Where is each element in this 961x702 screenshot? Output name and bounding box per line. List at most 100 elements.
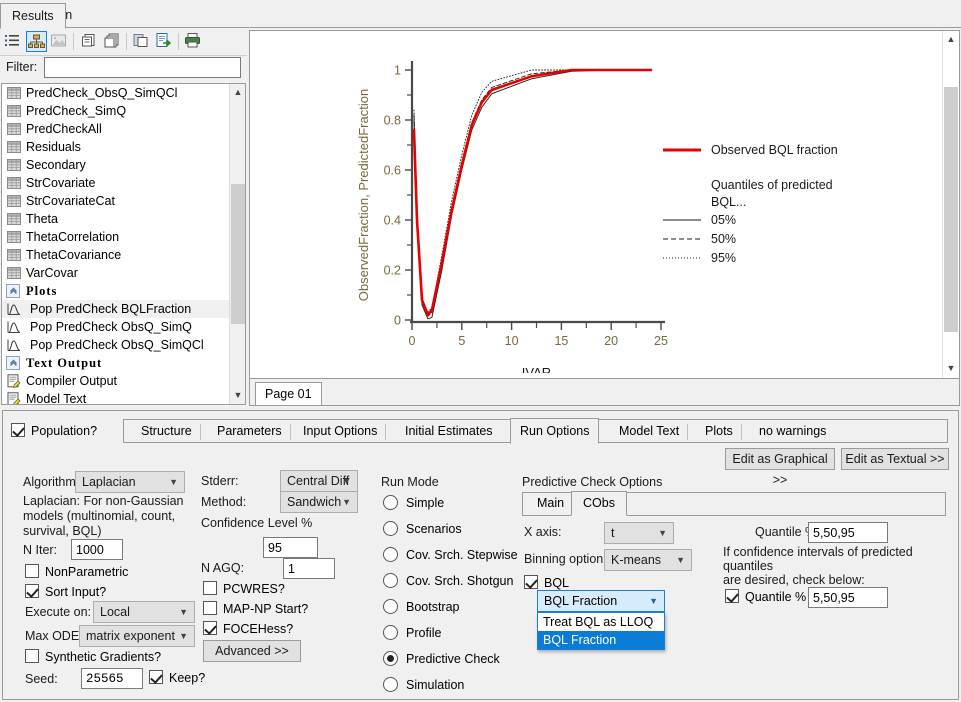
pc-tab-main[interactable]: Main (526, 492, 575, 516)
legend-label-q05: 05% (711, 213, 736, 227)
ci-quantile-checkbox[interactable]: Quantile % (725, 589, 806, 605)
edit-as-textual-button[interactable]: Edit as Textual >> (841, 448, 949, 470)
run-mode-profile[interactable]: Profile (383, 625, 441, 641)
tree-scrollbar[interactable]: ▲ ▼ (229, 84, 245, 404)
tree-item-strcovariate[interactable]: StrCovariate (2, 174, 230, 192)
run-mode-cov-srch-stepwise[interactable]: Cov. Srch. Stepwise (383, 547, 518, 563)
tab-initial-estimates[interactable]: Initial Estimates (396, 420, 502, 444)
pc-tab-cobs[interactable]: CObs (571, 491, 627, 516)
tree-item-varcovar[interactable]: VarCovar (2, 264, 230, 282)
tree-item-strcovariatecat[interactable]: StrCovariateCat (2, 192, 230, 210)
confidence-level-input[interactable] (263, 537, 318, 558)
tree-item-compiler-output[interactable]: Compiler Output (2, 372, 230, 390)
max-ode-combo[interactable]: matrix exponent ▼ (79, 625, 195, 647)
method-combo[interactable]: Sandwich ▼ (280, 491, 358, 513)
scroll-up-icon[interactable]: ▲ (230, 84, 246, 101)
filter-input[interactable] (44, 57, 241, 78)
nonparametric-checkbox[interactable]: NonParametric (25, 564, 128, 580)
binning-option-combo[interactable]: K-means ▼ (604, 549, 692, 571)
execute-on-combo[interactable]: Local ▼ (93, 601, 195, 623)
run-mode-label: Scenarios (406, 522, 462, 536)
bql-checkbox[interactable]: BQL (524, 575, 569, 591)
legend-title-line2: BQL... (663, 194, 918, 211)
run-mode-scenarios[interactable]: Scenarios (383, 521, 462, 537)
run-mode-cov-srch-shotgun[interactable]: Cov. Srch. Shotgun (383, 573, 513, 589)
scroll-down-icon[interactable]: ▼ (230, 387, 246, 404)
sort-input-checkbox[interactable]: Sort Input? (25, 584, 106, 600)
collapse-group-icon[interactable] (6, 284, 20, 298)
plot-scroll-up-icon[interactable]: ▲ (943, 31, 959, 48)
image-view-icon[interactable] (49, 31, 70, 52)
copy-single-icon[interactable] (79, 31, 100, 52)
tree-item-residuals[interactable]: Residuals (2, 138, 230, 156)
tree-item-theta[interactable]: Theta (2, 210, 230, 228)
algorithm-combo[interactable]: Laplacian ▼ (75, 471, 185, 493)
binning-option-label: Binning option: (524, 552, 607, 566)
population-checkbox[interactable]: Population? (11, 423, 97, 439)
tree-item-predcheckall[interactable]: PredCheckAll (2, 120, 230, 138)
tab-model-text[interactable]: Model Text (610, 420, 688, 444)
pcwres-label: PCWRES? (223, 582, 285, 596)
tree-item-pop-predcheck-obsq-simqcl[interactable]: Pop PredCheck ObsQ_SimQCl (2, 336, 230, 354)
plot-scroll-down-icon[interactable]: ▼ (943, 360, 959, 377)
tree-item-secondary[interactable]: Secondary (2, 156, 230, 174)
paste-icon[interactable] (131, 31, 152, 52)
results-tree[interactable]: PredCheck_ObsQ_SimQClPredCheck_SimQPredC… (1, 83, 246, 405)
ci-quantile-input[interactable] (808, 587, 888, 608)
stderr-combo[interactable]: Central Diff ▼ (280, 470, 358, 492)
run-mode-bootstrap[interactable]: Bootstrap (383, 599, 460, 615)
pcwres-checkbox[interactable]: PCWRES? (203, 581, 285, 597)
tree-scroll-thumb[interactable] (231, 184, 245, 324)
run-mode-predictive-check[interactable]: Predictive Check (383, 651, 500, 667)
max-ode-value: matrix exponent (86, 626, 175, 646)
tree-view-icon[interactable] (26, 31, 47, 52)
edit-as-graphical-button[interactable]: Edit as Graphical >> (725, 448, 835, 470)
run-mode-simulation[interactable]: Simulation (383, 677, 464, 693)
tab-results[interactable]: Results (0, 3, 66, 29)
tab-plots[interactable]: Plots (696, 420, 742, 444)
list-view-icon[interactable] (3, 31, 24, 52)
bql-mode-option-fraction[interactable]: BQL Fraction (538, 631, 664, 649)
tree-item-pop-predcheck-obsq-simq[interactable]: Pop PredCheck ObsQ_SimQ (2, 318, 230, 336)
collapse-group-icon[interactable] (6, 356, 20, 370)
legend-label-q50: 50% (711, 232, 736, 246)
tree-item-predcheck-simq[interactable]: PredCheck_SimQ (2, 102, 230, 120)
plot-scroll-thumb[interactable] (944, 87, 958, 332)
page-tab-01[interactable]: Page 01 (255, 382, 322, 405)
x-axis-combo[interactable]: t ▼ (604, 522, 674, 544)
advanced-button[interactable]: Advanced >> (203, 640, 301, 662)
chevron-down-icon: ▼ (676, 550, 685, 570)
radio-indicator (383, 651, 398, 666)
tab-run-options[interactable]: Run Options (510, 418, 599, 444)
keep-checkbox[interactable]: Keep? (149, 670, 205, 686)
seed-input[interactable] (81, 668, 143, 689)
tree-item-thetacorrelation[interactable]: ThetaCorrelation (2, 228, 230, 246)
tree-item-thetacovariance[interactable]: ThetaCovariance (2, 246, 230, 264)
tree-item-pop-predcheck-bqlfraction[interactable]: Pop PredCheck BQLFraction (2, 300, 230, 318)
bql-mode-combo[interactable]: BQL Fraction ▼ (537, 590, 665, 612)
tab-input-options[interactable]: Input Options (294, 420, 386, 444)
tab-structure[interactable]: Structure (132, 420, 201, 444)
bql-mode-dropdown-list[interactable]: Treat BQL as LLOQ BQL Fraction (537, 612, 665, 650)
tab-parameters[interactable]: Parameters (208, 420, 291, 444)
tree-item-predcheck-obsq-simqcl[interactable]: PredCheck_ObsQ_SimQCl (2, 84, 230, 102)
synthetic-gradients-checkbox[interactable]: Synthetic Gradients? (25, 649, 161, 665)
tree-item-model-text[interactable]: Model Text (2, 390, 230, 405)
copy-all-icon[interactable] (102, 31, 123, 52)
run-mode-simple[interactable]: Simple (383, 495, 444, 511)
export-icon[interactable] (154, 31, 175, 52)
map-np-start-label: MAP-NP Start? (223, 602, 308, 616)
tree-item-label: Compiler Output (26, 374, 117, 388)
bql-mode-option-lloq[interactable]: Treat BQL as LLOQ (538, 613, 664, 631)
map-np-start-checkbox[interactable]: MAP-NP Start? (203, 601, 308, 617)
print-icon[interactable] (183, 31, 204, 52)
quantile-input[interactable] (808, 522, 888, 543)
tree-item-text-output[interactable]: Text Output (2, 354, 230, 372)
tree-item-plots[interactable]: Plots (2, 282, 230, 300)
nagq-input[interactable] (283, 558, 335, 579)
ci-quantile-checkbox-box (725, 589, 739, 603)
focehess-checkbox[interactable]: FOCEHess? (203, 621, 293, 637)
svg-text:25: 25 (654, 334, 668, 348)
plot-scrollbar[interactable]: ▲ ▼ (942, 31, 959, 405)
n-iter-input[interactable] (71, 539, 123, 560)
